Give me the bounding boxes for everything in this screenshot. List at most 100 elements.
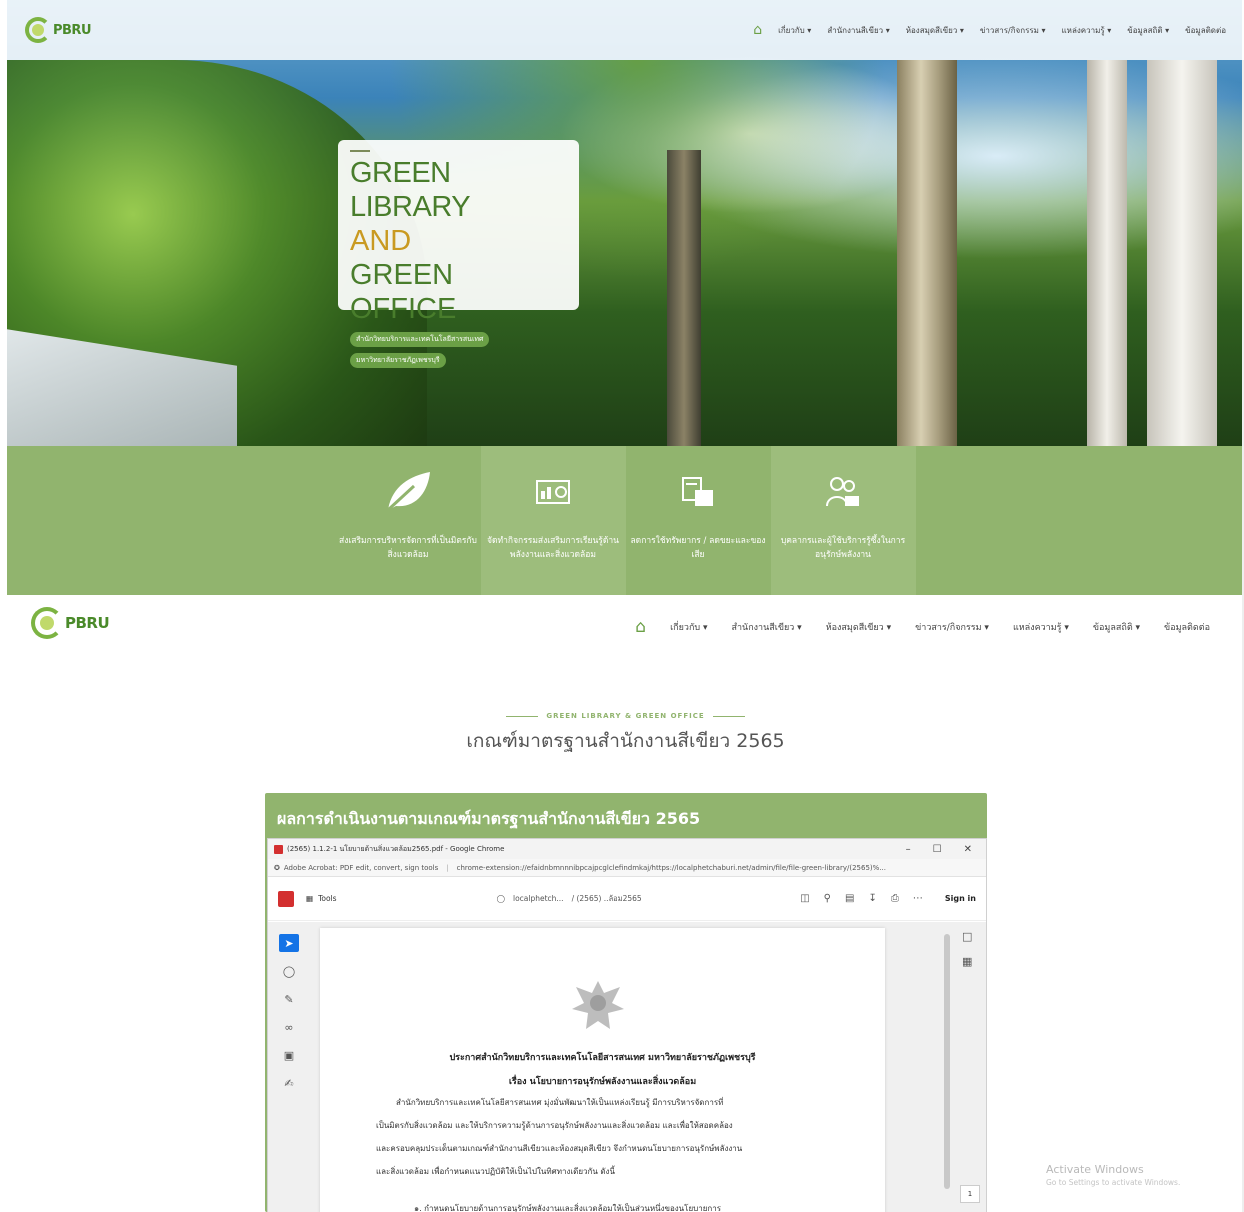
hero-dash [350, 150, 370, 152]
draw-pen-icon[interactable]: ✎ [279, 990, 299, 1008]
browser-window: (2565) 1.1.2-1 นโยบายด้านสิ่งแวดล้อม2565… [267, 838, 987, 1212]
address-bar[interactable]: ✪ Adobe Acrobat: PDF edit, convert, sign… [268, 859, 986, 877]
url-text[interactable]: chrome-extension://efaidnbmnnnibpcajpcgl… [457, 864, 886, 872]
lasso-icon[interactable]: ∞ [279, 1018, 299, 1036]
separator: | [446, 863, 449, 872]
home-icon[interactable]: ⌂ [753, 22, 762, 38]
feature-label: จัดทำกิจกรรมส่งเสริมการเรียนรู้ด้านพลังง… [487, 536, 619, 560]
people-icon [817, 466, 869, 518]
doc-paragraph: และสิ่งแวดล้อม เพื่อกำหนดแนวปฏิบัติให้เป… [376, 1167, 615, 1176]
more-icon[interactable]: ⋯ [913, 893, 923, 904]
nav-item-green-library[interactable]: ห้องสมุดสีเขียว ▾ [826, 620, 891, 634]
pdf-page: ประกาศสำนักวิทยบริการและเทคโนโลยีสารสนเท… [320, 928, 885, 1212]
text-box-icon[interactable]: ▣ [279, 1046, 299, 1064]
maximize-icon[interactable]: ☐ [933, 844, 942, 855]
nav-item-statistics[interactable]: ข้อมูลสถิติ ▾ [1127, 24, 1169, 37]
feature-item[interactable]: ส่งเสริมการบริหารจัดการที่เป็นมิตรกับสิ่… [336, 446, 481, 595]
sticky-navbar: PBRU ⌂ เกี่ยวกับ ▾ สำนักงานสีเขียว ▾ ห้อ… [7, 595, 1244, 690]
home-icon[interactable]: ⌂ [635, 617, 646, 637]
hero-pill-university: มหาวิทยาลัยราชภัฏเพชรบุรี [350, 353, 446, 368]
tools-menu[interactable]: ▦ Tools [306, 894, 337, 903]
vertical-scrollbar[interactable] [942, 922, 952, 1212]
sign-icon[interactable]: ✍ [279, 1074, 299, 1092]
hero-tree-trunk [1147, 60, 1217, 446]
add-comment-icon[interactable]: ◯ [279, 962, 299, 980]
thumbnails-icon[interactable]: ▦ [962, 955, 972, 968]
nav-item-news[interactable]: ข่าวสาร/กิจกรรม ▾ [980, 24, 1046, 37]
file-breadcrumb: ◯ localphetch... / (2565) ..ล้อม2565 [497, 893, 642, 905]
hero-tree-trunk [897, 60, 957, 446]
nav-item-about[interactable]: เกี่ยวกับ ▾ [778, 24, 811, 37]
garuda-emblem-icon [568, 976, 628, 1038]
feature-item[interactable]: ลดการใช้ทรัพยากร / ลดขยะและของเสีย [626, 446, 771, 595]
nav-item-contact[interactable]: ข้อมูลติดต่อ [1185, 24, 1226, 37]
hero-tree-trunk [1087, 60, 1127, 446]
extension-pin-icon: ✪ [274, 863, 280, 872]
minimize-icon[interactable]: – [906, 844, 911, 855]
section-header: GREEN LIBRARY & GREEN OFFICE เกณฑ์มาตรฐา… [7, 690, 1244, 756]
feature-label: บุคลากรและผู้ใช้บริการรู้ซึ้งในการอนุรัก… [780, 536, 906, 560]
activity-board-icon [527, 466, 579, 518]
windows-activation-watermark: Activate Windows Go to Settings to activ… [1046, 1163, 1180, 1187]
toolbar-actions: ◫ ⚲ ▤ ↧ ⎙ ⋯ Sign in [800, 893, 976, 904]
top-navbar: PBRU ⌂ เกี่ยวกับ ▾ สำนักงานสีเขียว ▾ ห้อ… [7, 0, 1244, 60]
globe-icon: ◯ [496, 894, 505, 903]
nav-item-green-office[interactable]: สำนักงานสีเขียว ▾ [732, 620, 802, 634]
doc-paragraph: เป็นมิตรกับสิ่งแวดล้อม และให้บริการความร… [376, 1121, 733, 1130]
window-controls: – ☐ ✕ [906, 844, 980, 855]
search-icon[interactable]: ⚲ [824, 893, 831, 904]
nav-item-knowledge[interactable]: แหล่งความรู้ ▾ [1013, 620, 1069, 634]
site-logo[interactable]: PBRU [31, 607, 110, 639]
tools-label: Tools [318, 894, 337, 903]
print-icon[interactable]: ⎙ [891, 893, 899, 904]
resource-reduction-icon [672, 466, 724, 518]
watermark-subtitle: Go to Settings to activate Windows. [1046, 1178, 1181, 1187]
host-text: localphetch... [512, 894, 564, 903]
file-name-text: / (2565) ..ล้อม2565 [571, 893, 642, 903]
hero-title-line3: GREEN OFFICE [350, 259, 457, 325]
site-logo[interactable]: PBRU [25, 17, 92, 43]
feature-item[interactable]: บุคลากรและผู้ใช้บริการรู้ซึ้งในการอนุรัก… [770, 446, 916, 595]
pdf-viewer: ➤ ◯ ✎ ∞ ▣ ✍ ประกาศสำนักวิทยบริการและเทคโ… [268, 922, 986, 1212]
pdf-icon [274, 844, 283, 854]
acrobat-toolbar: ▦ Tools ◯ localphetch... / (2565) ..ล้อม… [268, 877, 986, 921]
feature-item[interactable]: จัดทำกิจกรรมส่งเสริมการเรียนรู้ด้านพลังง… [480, 446, 626, 595]
doc-paragraph: และครอบคลุมประเด็นตามเกณฑ์สำนักงานสีเขีย… [376, 1144, 743, 1153]
eyebrow-text: GREEN LIBRARY & GREEN OFFICE [546, 712, 705, 720]
extension-name: Adobe Acrobat: PDF edit, convert, sign t… [283, 863, 439, 872]
scrollbar-thumb[interactable] [944, 934, 950, 1189]
nav-item-about[interactable]: เกี่ยวกับ ▾ [670, 620, 707, 634]
acrobat-logo-icon[interactable] [278, 890, 294, 907]
close-icon[interactable]: ✕ [964, 844, 972, 855]
watermark-title: Activate Windows [1046, 1163, 1144, 1176]
nav-item-green-office[interactable]: สำนักงานสีเขียว ▾ [827, 24, 889, 37]
hero-title-card: GREEN LIBRARY AND GREEN OFFICE สำนักวิทย… [338, 140, 579, 368]
nav-item-knowledge[interactable]: แหล่งความรู้ ▾ [1062, 24, 1112, 37]
nav-item-news[interactable]: ข่าวสาร/กิจกรรม ▾ [915, 620, 989, 634]
main-menu: ⌂ เกี่ยวกับ ▾ สำนักงานสีเขียว ▾ ห้องสมุด… [753, 22, 1226, 38]
grid-icon: ▦ [306, 894, 314, 903]
page-number-indicator[interactable]: 1 [960, 1185, 980, 1203]
window-title: (2565) 1.1.2-1 นโยบายด้านสิ่งแวดล้อม2565… [287, 844, 505, 853]
comment-icon[interactable]: ▤ [845, 893, 854, 904]
logo-ring-icon [31, 607, 63, 639]
page-view-icon[interactable]: ◫ [800, 893, 809, 904]
doc-paragraph: ๑. กำหนดนโยบายด้านการอนุรักษ์พลังงานและส… [414, 1204, 722, 1212]
hero-title-line2: AND [350, 225, 412, 257]
select-cursor-icon[interactable]: ➤ [279, 934, 299, 952]
hero-title-line1: GREEN LIBRARY [350, 157, 471, 223]
logo-ring-icon [25, 17, 51, 43]
eyebrow-line [506, 715, 539, 717]
logo-text: PBRU [53, 22, 92, 38]
sign-in-button[interactable]: Sign in [945, 894, 976, 903]
eyebrow-line [712, 715, 745, 717]
right-panel-tools: □ ▦ [962, 930, 972, 968]
nav-item-statistics[interactable]: ข้อมูลสถิติ ▾ [1093, 620, 1140, 634]
doc-paragraph: สำนักวิทยบริการและเทคโนโลยีสารสนเทศ มุ่ง… [396, 1098, 724, 1107]
comments-panel-icon[interactable]: □ [962, 930, 972, 943]
feature-strip: ส่งเสริมการบริหารจัดการที่เป็นมิตรกับสิ่… [7, 446, 1244, 595]
nav-item-contact[interactable]: ข้อมูลติดต่อ [1164, 620, 1210, 634]
download-icon[interactable]: ↧ [868, 893, 876, 904]
section-title: เกณฑ์มาตรฐานสำนักงานสีเขียว 2565 [466, 730, 785, 752]
nav-item-green-library[interactable]: ห้องสมุดสีเขียว ▾ [906, 24, 964, 37]
